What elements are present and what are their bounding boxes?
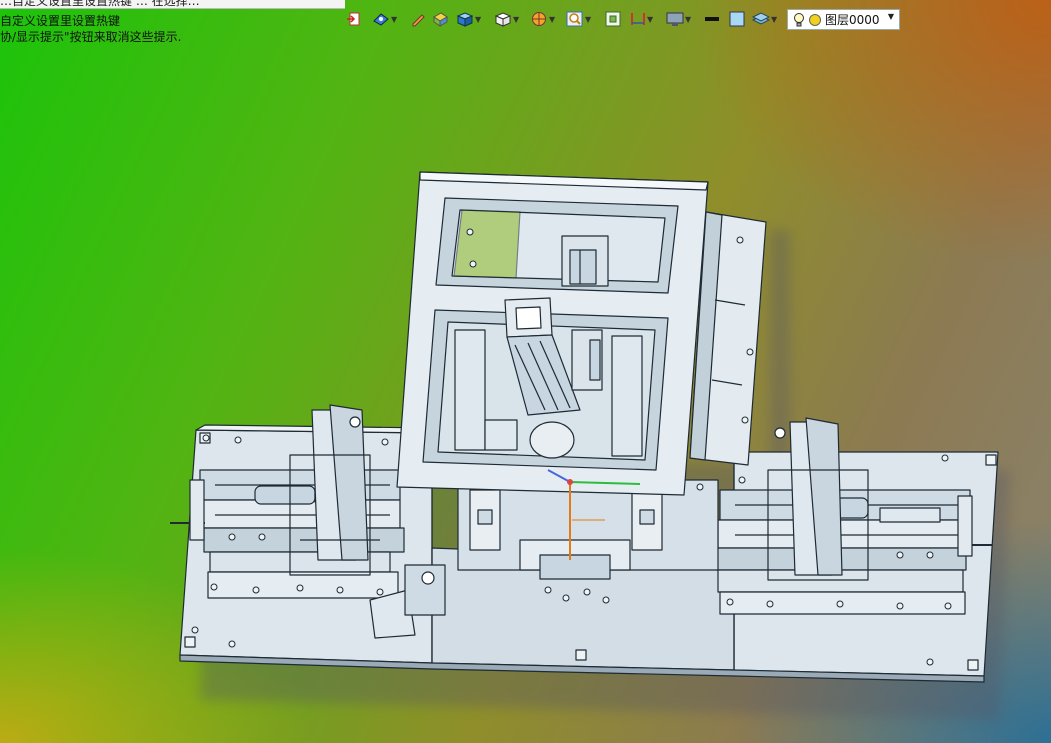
bulb-icon[interactable] <box>792 12 806 28</box>
ruler-button[interactable]: ▼ <box>630 8 653 30</box>
layer-select[interactable]: 图层0000 ▼ <box>787 9 900 30</box>
wireframe-box-icon <box>494 12 512 27</box>
box-render-icon <box>456 12 474 27</box>
hint-line-1: 自定义设置里设置热键 <box>0 14 121 28</box>
ruler-icon <box>631 13 645 25</box>
display-button[interactable]: ▼ <box>666 8 691 30</box>
line-color-swatch-icon <box>705 17 719 21</box>
fill-color-button[interactable] <box>729 8 745 30</box>
pen-icon <box>412 14 425 27</box>
fit-view-button[interactable] <box>605 8 621 30</box>
hint-banner-fragment: …自定义设置里设置热键 … 在选择… <box>0 0 345 9</box>
sphere-section-button[interactable]: ▼ <box>530 8 555 30</box>
display-monitor-icon <box>666 12 684 26</box>
zoom-icon <box>566 11 583 27</box>
box-render-button[interactable]: ▼ <box>456 8 481 30</box>
assembly-model <box>170 171 999 683</box>
line-color-button[interactable] <box>704 8 720 30</box>
layer-manager-button[interactable]: ▼ <box>752 8 777 30</box>
exit-button[interactable] <box>346 8 362 30</box>
sun-icon[interactable] <box>808 12 822 28</box>
shaded-solid-button[interactable] <box>432 8 448 30</box>
hint-line-2: 协/显示提示"按钮来取消这些提示. <box>0 30 182 44</box>
exit-icon <box>347 12 360 26</box>
wireframe-box-button[interactable]: ▼ <box>494 8 519 30</box>
layer-stack-icon <box>752 12 770 25</box>
fill-color-swatch-icon <box>729 11 745 27</box>
view-orient-button[interactable]: ▼ <box>372 8 397 30</box>
shaded-solid-icon <box>433 12 448 27</box>
zoom-button[interactable]: ▼ <box>566 8 591 30</box>
view-orient-icon <box>373 13 389 26</box>
sphere-section-icon <box>532 12 546 26</box>
fit-view-icon <box>605 11 621 27</box>
cad-viewport[interactable] <box>0 0 1051 743</box>
chevron-down-icon[interactable]: ▼ <box>888 12 894 21</box>
layer-name: 图层0000 <box>825 13 880 27</box>
pen-button[interactable] <box>410 8 426 30</box>
